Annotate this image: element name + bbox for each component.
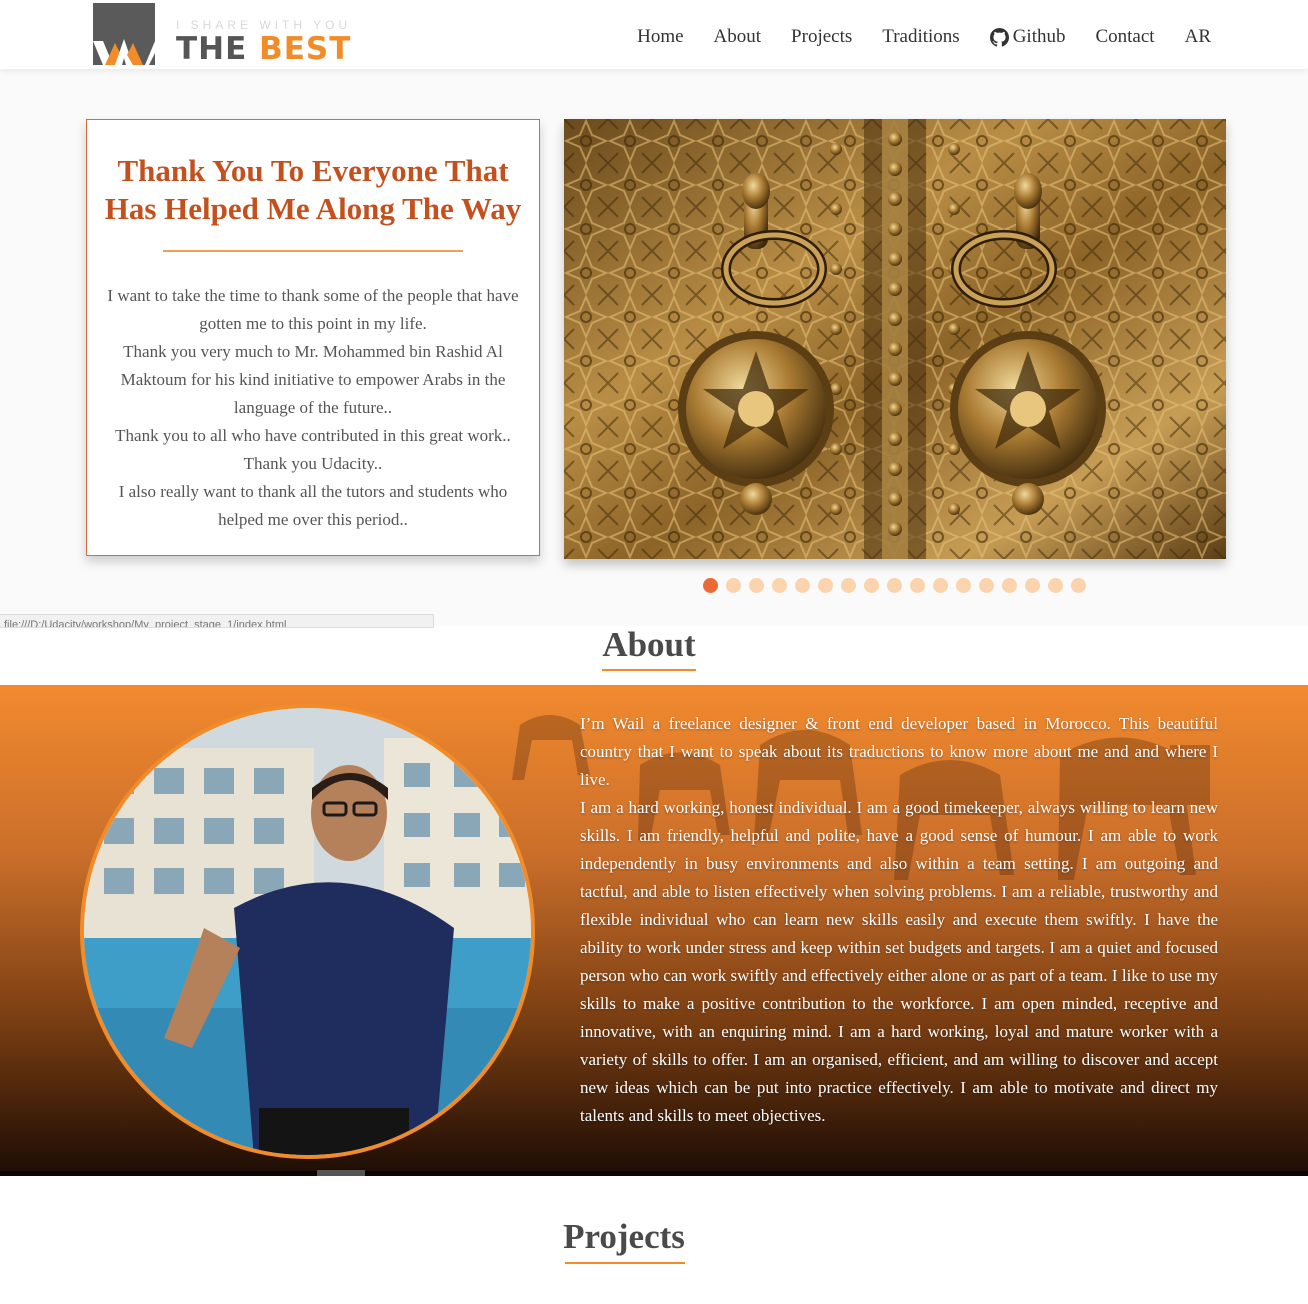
slider-dot-12[interactable] bbox=[956, 578, 971, 593]
thanks-card: Thank You To Everyone That Has Helped Me… bbox=[86, 119, 540, 556]
nav-github-label: Github bbox=[1012, 26, 1066, 47]
nav-projects[interactable]: Projects bbox=[791, 26, 852, 48]
logo-wordmark: THE BEST bbox=[176, 31, 351, 67]
github-icon bbox=[989, 27, 1009, 47]
about-text: I’m Wail a freelance designer & front en… bbox=[580, 710, 1218, 1130]
thanks-line: Thank you to all who have contributed in… bbox=[115, 426, 511, 445]
image-slider[interactable] bbox=[564, 119, 1226, 559]
slider-dot-10[interactable] bbox=[910, 578, 925, 593]
slider-dot-15[interactable] bbox=[1025, 578, 1040, 593]
slider-dot-13[interactable] bbox=[979, 578, 994, 593]
slider-dot-5[interactable] bbox=[795, 578, 810, 593]
site-header: I SHARE WITH YOU THE BEST Home About Pro… bbox=[0, 0, 1308, 69]
slider-dot-9[interactable] bbox=[887, 578, 902, 593]
thanks-text: I want to take the time to thank some of… bbox=[87, 282, 539, 534]
slider-dot-2[interactable] bbox=[726, 578, 741, 593]
about-paragraph: I’m Wail a freelance designer & front en… bbox=[580, 714, 1218, 789]
slider-dot-7[interactable] bbox=[841, 578, 856, 593]
thanks-line: I want to take the time to thank some of… bbox=[107, 286, 519, 333]
slider-dot-1[interactable] bbox=[703, 578, 718, 593]
thanks-line: Thank you very much to Mr. Mohammed bin … bbox=[120, 342, 506, 417]
slider-dot-16[interactable] bbox=[1048, 578, 1063, 593]
about-paragraph: I am a hard working, honest individual. … bbox=[580, 798, 1218, 1125]
nav-language-ar[interactable]: AR bbox=[1185, 26, 1211, 48]
main-nav: Home About Projects Traditions Github Co… bbox=[607, 26, 1211, 48]
thanks-title: Thank You To Everyone That Has Helped Me… bbox=[104, 153, 522, 226]
slider-dot-3[interactable] bbox=[749, 578, 764, 593]
thanks-divider bbox=[163, 250, 463, 252]
logo-word-the: THE bbox=[176, 31, 260, 67]
nav-traditions[interactable]: Traditions bbox=[882, 26, 959, 48]
about-title-underline bbox=[602, 669, 696, 671]
nav-home-label: Home bbox=[637, 26, 684, 47]
thanks-line: I also really want to thank all the tuto… bbox=[118, 482, 508, 529]
logo-word-best: BEST bbox=[259, 31, 352, 67]
projects-title-underline bbox=[565, 1262, 685, 1264]
nav-about-label: About bbox=[713, 26, 762, 47]
slider-dot-6[interactable] bbox=[818, 578, 833, 593]
profile-photo bbox=[80, 704, 535, 1159]
slider-dot-17[interactable] bbox=[1071, 578, 1086, 593]
nav-contact-label: Contact bbox=[1095, 26, 1155, 47]
nav-home[interactable]: Home bbox=[637, 26, 683, 48]
slider-dot-8[interactable] bbox=[864, 578, 879, 593]
about-title: About bbox=[602, 625, 696, 664]
nav-traditions-label: Traditions bbox=[882, 26, 960, 47]
browser-status-url: file:///D:/Udacity/workshop/My_project_s… bbox=[0, 614, 434, 628]
projects-title: Projects bbox=[563, 1217, 685, 1256]
thanks-line: Thank you Udacity.. bbox=[243, 454, 383, 473]
slider-dot-11[interactable] bbox=[933, 578, 948, 593]
about-section: I’m Wail a freelance designer & front en… bbox=[0, 685, 1308, 1176]
nav-ar-label: AR bbox=[1184, 26, 1211, 47]
slider-dots bbox=[703, 578, 1094, 593]
logo-tagline: I SHARE WITH YOU bbox=[176, 18, 352, 32]
nav-github[interactable]: Github bbox=[989, 26, 1066, 48]
nav-contact[interactable]: Contact bbox=[1095, 26, 1154, 48]
site-logo[interactable]: I SHARE WITH YOU THE BEST bbox=[93, 3, 353, 67]
nav-projects-label: Projects bbox=[791, 26, 853, 47]
w-logo-icon bbox=[93, 3, 155, 65]
slider-dot-4[interactable] bbox=[772, 578, 787, 593]
nav-about[interactable]: About bbox=[714, 26, 762, 48]
door-knocker-image bbox=[564, 119, 1226, 559]
slider-dot-14[interactable] bbox=[1002, 578, 1017, 593]
